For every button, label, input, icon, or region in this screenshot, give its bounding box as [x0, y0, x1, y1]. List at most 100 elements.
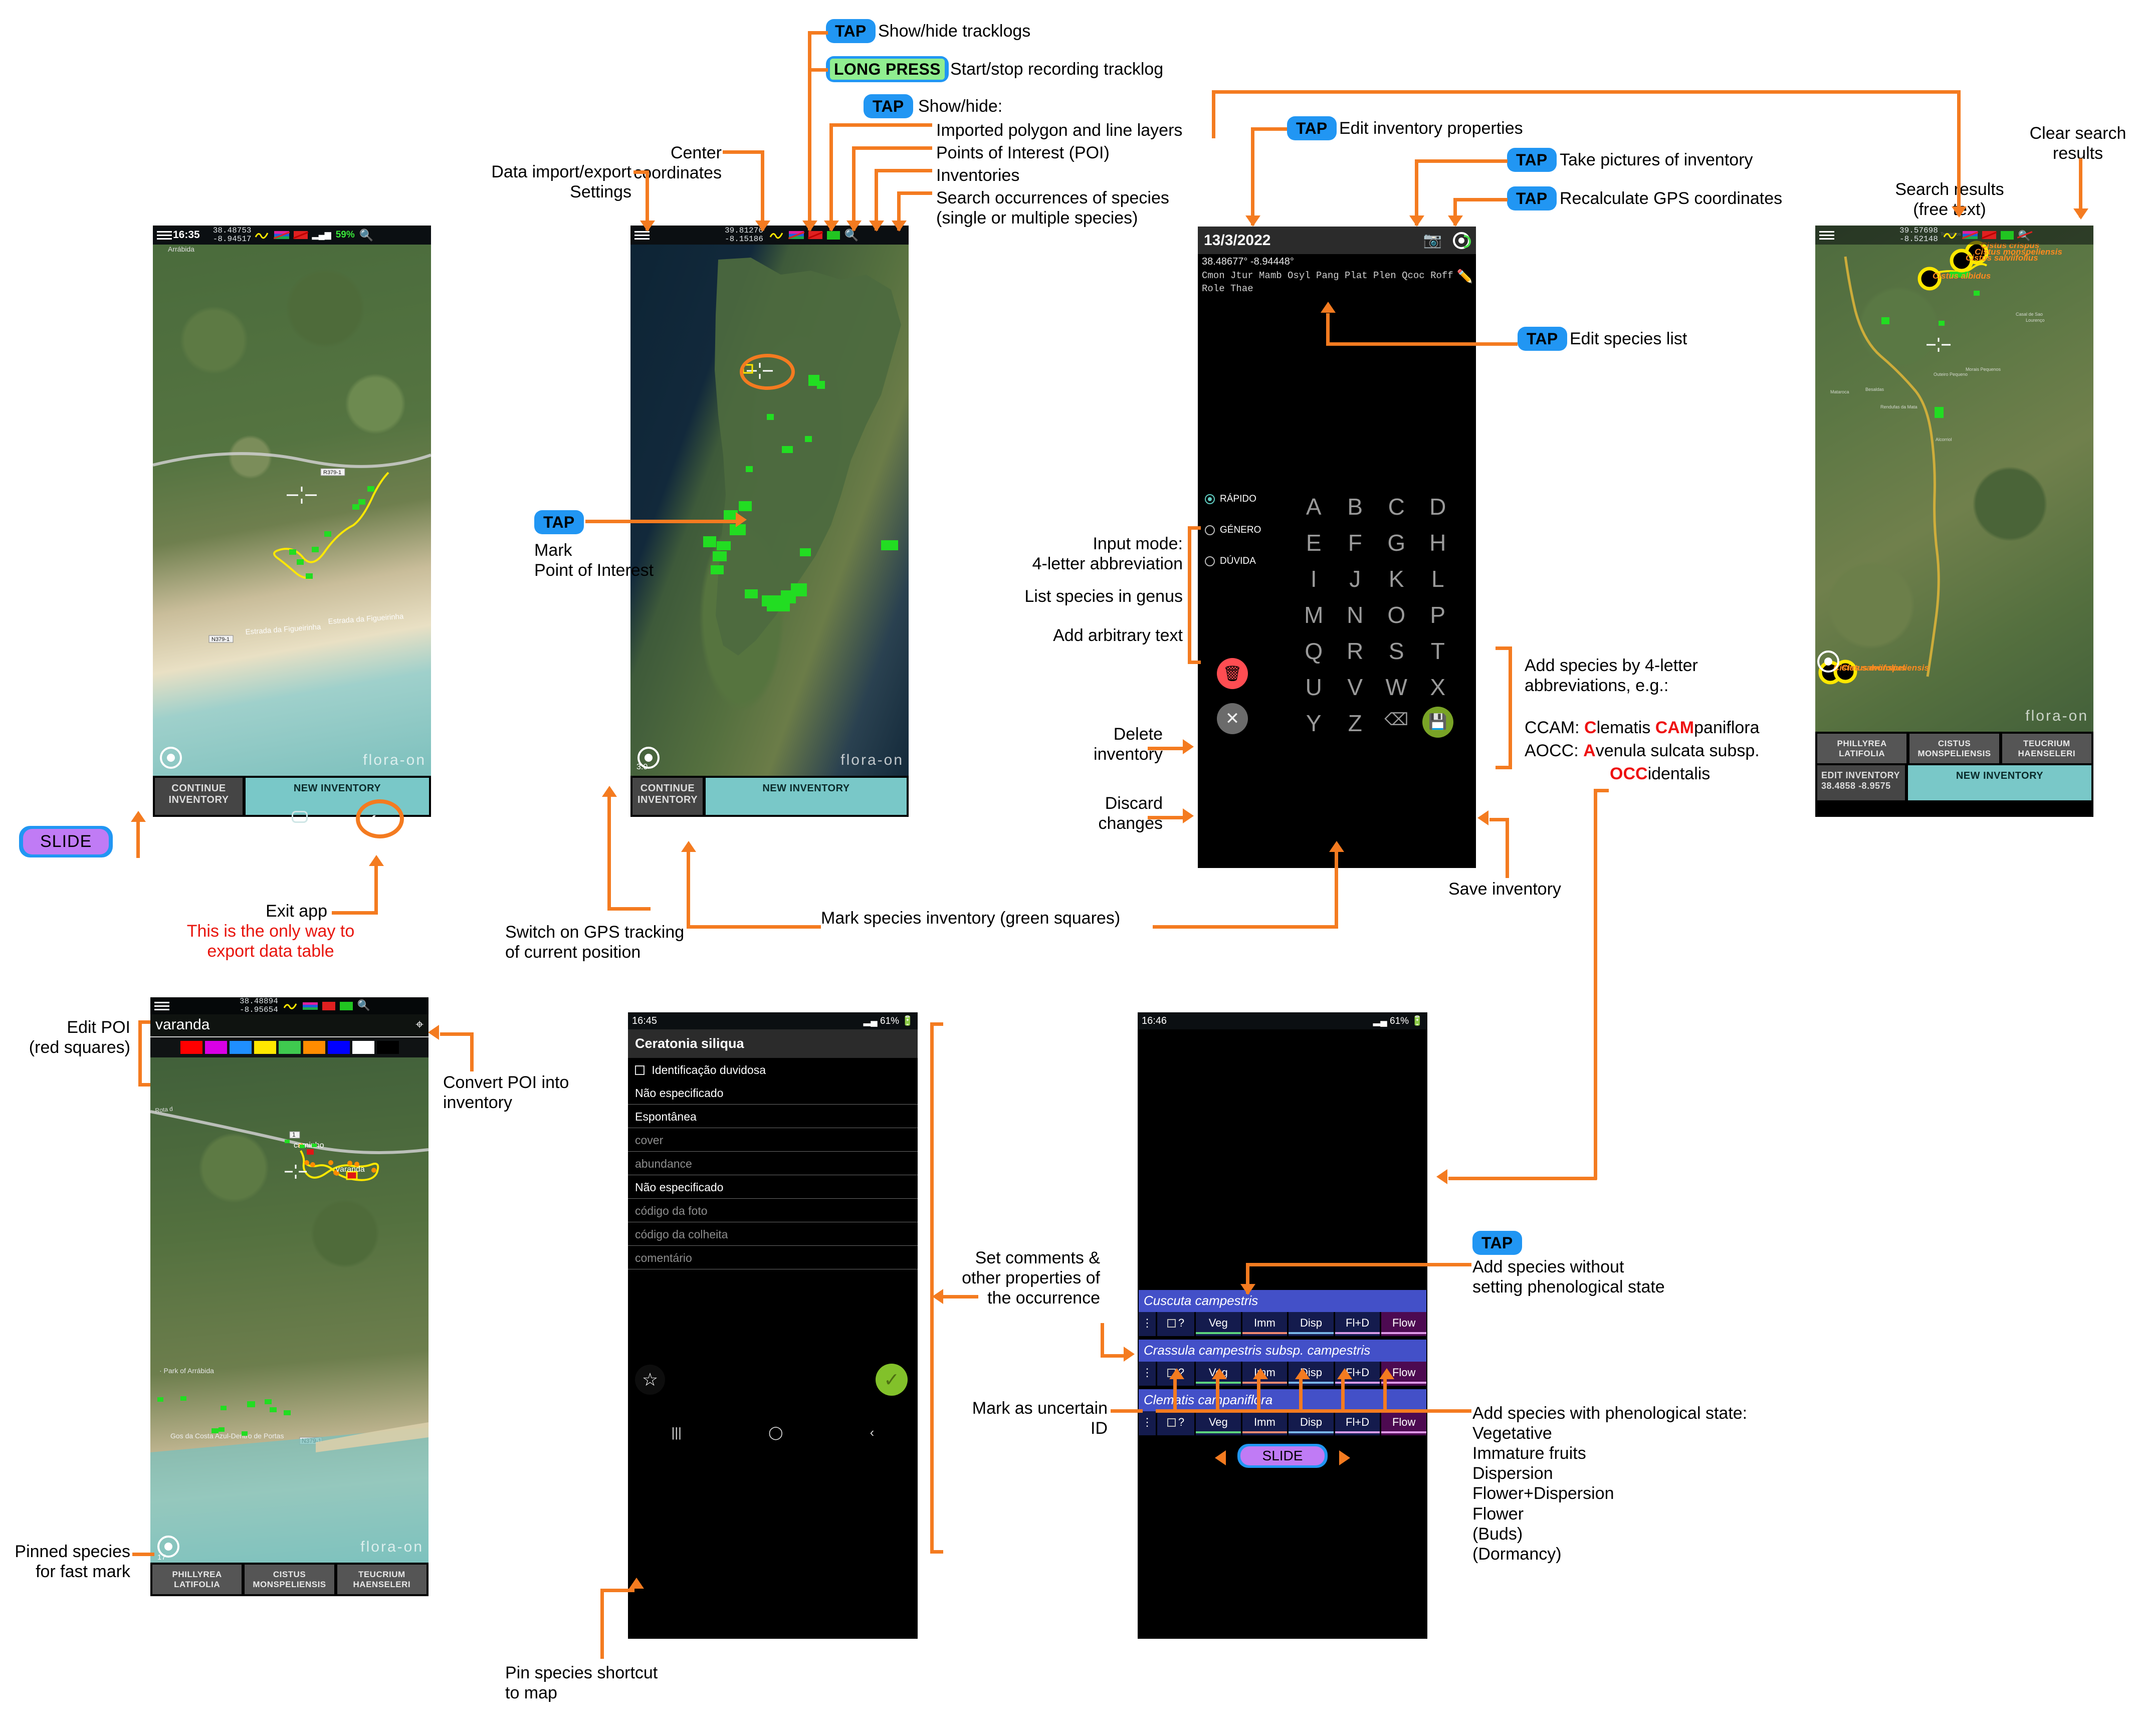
key-L[interactable]: L: [1417, 561, 1459, 597]
nav-home-icon[interactable]: ◯: [768, 1425, 783, 1440]
confirm-button[interactable]: ✓: [876, 1364, 908, 1396]
uncertain-id-toggle[interactable]: ?: [1157, 1411, 1194, 1435]
poi-color-swatch[interactable]: [328, 1041, 350, 1054]
form-field[interactable]: cover: [628, 1128, 918, 1152]
tracklog-icon[interactable]: [769, 230, 784, 240]
key-C[interactable]: C: [1376, 489, 1417, 525]
gps-recalculate-icon[interactable]: [1453, 232, 1470, 249]
tracklog-icon[interactable]: [283, 1001, 298, 1010]
key-T[interactable]: T: [1417, 633, 1459, 669]
species-name[interactable]: Cuscuta campestris: [1139, 1290, 1426, 1312]
menu-icon[interactable]: [157, 229, 172, 242]
form-field[interactable]: Espontânea: [628, 1105, 918, 1128]
key-P[interactable]: P: [1417, 597, 1459, 633]
poi-color-swatch[interactable]: [303, 1041, 325, 1054]
phenology-button-disp[interactable]: Disp: [1289, 1411, 1334, 1435]
key-⌫[interactable]: ⌫: [1376, 705, 1417, 741]
add-poi-icon[interactable]: ⌖: [415, 1016, 423, 1033]
phenology-button-flow[interactable]: Flow: [1381, 1411, 1426, 1435]
kebab-menu-icon[interactable]: ⋮: [1139, 1411, 1156, 1435]
key-H[interactable]: H: [1417, 525, 1459, 561]
key-W[interactable]: W: [1376, 669, 1417, 705]
delete-inventory-button[interactable]: 🗑: [1217, 658, 1248, 689]
poi-color-swatch[interactable]: [230, 1041, 252, 1054]
key-M[interactable]: M: [1293, 597, 1335, 633]
key-J[interactable]: J: [1335, 561, 1376, 597]
inventories-layer-icon[interactable]: [827, 231, 840, 240]
polygon-layers-icon[interactable]: [274, 231, 289, 239]
satellite-map[interactable]: Cistus crispus Cistus monspeliensis Cist…: [1815, 226, 2093, 732]
search-icon[interactable]: 🔍: [359, 229, 374, 242]
key-A[interactable]: A: [1293, 489, 1335, 525]
inventory-date[interactable]: 13/3/2022: [1204, 232, 1270, 249]
kebab-menu-icon[interactable]: ⋮: [1139, 1312, 1156, 1336]
poi-color-swatch[interactable]: [180, 1041, 202, 1054]
poi-color-swatch[interactable]: [377, 1041, 399, 1054]
satellite-map[interactable]: caminho varanda 1 N379-1 Rota d · Park o…: [150, 1056, 429, 1563]
form-field[interactable]: código da colheita: [628, 1222, 918, 1246]
key-G[interactable]: G: [1376, 525, 1417, 561]
clear-search-icon[interactable]: 🔍: [2018, 230, 2031, 241]
key-U[interactable]: U: [1293, 669, 1335, 705]
key-Y[interactable]: Y: [1293, 705, 1335, 741]
pinned-species-button[interactable]: TEUCRIUM HAENSELERI: [337, 1565, 427, 1594]
key-S[interactable]: S: [1376, 633, 1417, 669]
back-chevron-icon[interactable]: ‹: [368, 803, 377, 834]
poi-layer-icon[interactable]: [808, 231, 822, 239]
pinned-species-button[interactable]: CISTUS MONSPELIENSIS: [1909, 734, 1999, 763]
phenology-button-fl-d[interactable]: Fl+D: [1335, 1312, 1380, 1336]
search-icon[interactable]: 🔍: [357, 1000, 370, 1012]
form-field[interactable]: comentário: [628, 1246, 918, 1269]
pinned-species-button[interactable]: TEUCRIUM HAENSELERI: [2002, 734, 2091, 763]
key-I[interactable]: I: [1293, 561, 1335, 597]
continue-inventory-button[interactable]: CONTINUE INVENTORY: [155, 778, 243, 815]
polygon-layers-icon[interactable]: [303, 1002, 318, 1010]
inventories-layer-icon[interactable]: [340, 1002, 353, 1010]
key-Z[interactable]: Z: [1335, 705, 1376, 741]
species-name[interactable]: Crassula campestris subsp. campestris: [1139, 1340, 1426, 1362]
form-field[interactable]: Não especificado: [628, 1175, 918, 1199]
polygon-layers-icon[interactable]: [1963, 231, 1978, 239]
edit-inventory-button[interactable]: EDIT INVENTORY 38.4858 -8.9575: [1817, 765, 1905, 800]
key-F[interactable]: F: [1335, 525, 1376, 561]
poi-color-palette[interactable]: [150, 1037, 429, 1057]
poi-layer-icon[interactable]: [322, 1002, 335, 1010]
poi-color-swatch[interactable]: [205, 1041, 227, 1054]
new-inventory-button[interactable]: NEW INVENTORY: [706, 778, 907, 815]
pin-species-button[interactable]: ☆: [635, 1365, 665, 1395]
key-K[interactable]: K: [1376, 561, 1417, 597]
nav-recents-icon[interactable]: |||: [672, 1425, 682, 1440]
form-field[interactable]: código da foto: [628, 1199, 918, 1222]
form-field[interactable]: Não especificado: [628, 1081, 918, 1105]
pinned-species-button[interactable]: PHILLYREA LATIFOLIA: [1817, 734, 1906, 763]
key-X[interactable]: X: [1417, 669, 1459, 705]
gps-center-button[interactable]: [1817, 650, 1839, 673]
key-Q[interactable]: Q: [1293, 633, 1335, 669]
phenology-button-disp[interactable]: Disp: [1289, 1312, 1334, 1336]
menu-icon[interactable]: [1819, 229, 1834, 242]
key-R[interactable]: R: [1335, 633, 1376, 669]
menu-icon[interactable]: [154, 1000, 169, 1012]
tracklog-icon[interactable]: [255, 230, 270, 240]
key-N[interactable]: N: [1335, 597, 1376, 633]
poi-color-swatch[interactable]: [279, 1041, 301, 1054]
phenology-button-imm[interactable]: Imm: [1242, 1411, 1288, 1435]
key-D[interactable]: D: [1417, 489, 1459, 525]
phenology-button-imm[interactable]: Imm: [1242, 1312, 1288, 1336]
polygon-layers-icon[interactable]: [789, 231, 804, 239]
species-code-list[interactable]: Cmon Jtur Mamb Osyl Pang Plat Plen Qcoc …: [1198, 269, 1476, 298]
poi-name-field[interactable]: varanda ⌖: [150, 1014, 429, 1037]
slide-pill[interactable]: SLIDE: [1237, 1444, 1328, 1468]
key-B[interactable]: B: [1335, 489, 1376, 525]
poi-color-swatch[interactable]: [254, 1041, 276, 1054]
pencil-icon[interactable]: ✏️: [1457, 269, 1473, 286]
poi-layer-icon[interactable]: [1982, 231, 1996, 239]
uncertain-id-checkbox[interactable]: Identificação duvidosa: [628, 1058, 918, 1081]
gps-center-button[interactable]: [160, 747, 182, 769]
phenology-button-flow[interactable]: Flow: [1381, 1312, 1426, 1336]
key-E[interactable]: E: [1293, 525, 1335, 561]
tracklog-icon[interactable]: [1943, 230, 1958, 240]
input-mode-rapido[interactable]: RÁPIDO: [1205, 494, 1261, 505]
satellite-map[interactable]: 3.0 flora-on: [630, 245, 909, 776]
pinned-species-button[interactable]: CISTUS MONSPELIENSIS: [245, 1565, 334, 1594]
